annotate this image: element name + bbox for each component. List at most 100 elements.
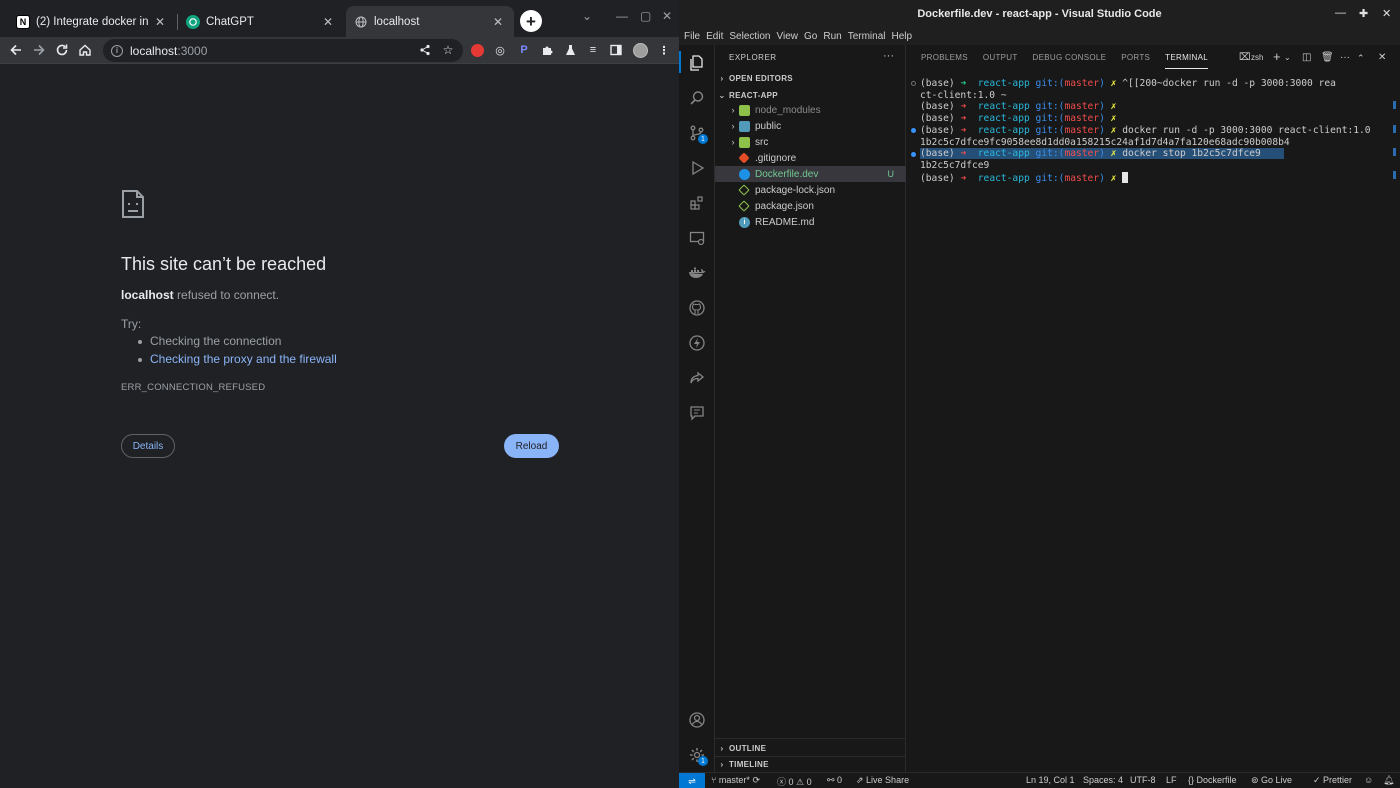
maximize-icon[interactable]: ▢ <box>640 9 651 23</box>
more-actions-icon[interactable]: ··· <box>1340 52 1350 63</box>
live-share-status[interactable]: ⇗ Live Share <box>856 775 909 786</box>
tab-output[interactable]: OUTPUT <box>983 45 1018 71</box>
source-control-icon[interactable]: 1 <box>687 123 708 144</box>
address-bar[interactable]: i localhost:3000 ☆ <box>103 39 463 62</box>
tab-problems[interactable]: PROBLEMS <box>921 45 968 71</box>
terminal-output[interactable]: (base) ➜ react-app git:(master) ✗ ^[[200… <box>906 78 1400 768</box>
manage-gear-icon[interactable]: 1 <box>687 745 708 766</box>
chevron-down-icon[interactable]: ⌄ <box>1284 53 1291 62</box>
run-debug-icon[interactable] <box>687 158 707 178</box>
maximize-icon[interactable]: ✚ <box>1359 7 1368 20</box>
reload-button[interactable]: Reload <box>504 434 559 458</box>
kill-terminal-icon[interactable]: 🗑 <box>1321 52 1334 63</box>
menu-edit[interactable]: Edit <box>706 31 723 42</box>
tab-localhost[interactable]: localhost ✕ <box>346 6 514 37</box>
encoding-status[interactable]: UTF-8 <box>1130 775 1156 785</box>
split-terminal-icon[interactable]: ◫ <box>1302 52 1311 63</box>
indentation-status[interactable]: Spaces: 4 <box>1083 775 1123 785</box>
git-branch-status[interactable]: ⑂ master* ⟳ <box>711 775 760 786</box>
extensions-icon[interactable] <box>687 193 707 213</box>
menu-run[interactable]: Run <box>823 31 841 42</box>
thunder-client-icon[interactable] <box>687 333 707 353</box>
tree-item-public[interactable]: › public <box>715 118 906 134</box>
menu-help[interactable]: Help <box>892 31 913 42</box>
more-actions-icon[interactable]: ··· <box>883 50 894 62</box>
language-status[interactable]: {} Dockerfile <box>1188 775 1237 785</box>
reload-icon[interactable] <box>51 39 73 61</box>
home-icon[interactable] <box>74 39 96 61</box>
reading-list-icon[interactable]: ≡ <box>585 42 601 58</box>
tree-item-node-modules[interactable]: › node_modules <box>715 102 906 118</box>
menu-selection[interactable]: Selection <box>729 31 770 42</box>
remote-indicator-icon[interactable]: ⇌ <box>679 773 705 788</box>
notifications-bell-icon[interactable]: 🔔︎ <box>1383 775 1394 786</box>
new-tab-button[interactable]: + <box>520 10 542 32</box>
tree-item-label: package.json <box>755 200 814 212</box>
back-icon[interactable] <box>5 39 27 61</box>
tab-ports[interactable]: PORTS <box>1121 45 1150 71</box>
tree-item-src[interactable]: › src <box>715 134 906 150</box>
outline-section[interactable]: › OUTLINE <box>715 740 906 756</box>
close-window-icon[interactable]: ✕ <box>1382 7 1391 20</box>
extension-red-icon[interactable] <box>469 42 485 58</box>
tree-item-gitignore[interactable]: .gitignore <box>715 150 906 166</box>
suggestion-check-proxy-link[interactable]: Checking the proxy and the firewall <box>138 352 337 366</box>
extensions-puzzle-icon[interactable] <box>539 42 555 58</box>
problems-status[interactable]: ⓧ 0 ⚠ 0 <box>777 775 812 788</box>
menu-go[interactable]: Go <box>804 31 817 42</box>
extension-p-icon[interactable]: P <box>516 42 532 58</box>
menu-kebab-icon[interactable]: ⋮ <box>656 42 672 58</box>
tab-search-icon[interactable]: ⌄ <box>582 9 592 23</box>
close-window-icon[interactable]: ✕ <box>662 9 672 23</box>
details-button[interactable]: Details <box>121 434 175 458</box>
chevron-right-icon: › <box>731 121 735 131</box>
tree-item-label: node_modules <box>755 104 821 116</box>
extension-target-icon[interactable]: ◎ <box>492 42 508 58</box>
maximize-panel-icon[interactable]: ⌃ <box>1357 53 1365 64</box>
share-icon[interactable] <box>418 43 432 57</box>
chatgpt-icon <box>186 14 200 29</box>
go-live-status[interactable]: ⊚ Go Live <box>1251 775 1292 786</box>
tab-terminal[interactable]: TERMINAL <box>1165 45 1208 71</box>
labs-flask-icon[interactable] <box>562 42 578 58</box>
minimize-icon[interactable]: — <box>616 9 628 23</box>
tab-debug-console[interactable]: DEBUG CONSOLE <box>1033 45 1107 71</box>
side-panel-icon[interactable] <box>608 42 624 58</box>
menu-terminal[interactable]: Terminal <box>848 31 886 42</box>
close-tab-icon[interactable]: ✕ <box>320 14 336 30</box>
tree-item-readme[interactable]: i README.md <box>715 214 906 230</box>
close-panel-icon[interactable]: ✕ <box>1378 52 1386 63</box>
comments-icon[interactable] <box>687 403 707 423</box>
minimize-icon[interactable]: — <box>1335 7 1346 19</box>
eol-status[interactable]: LF <box>1166 775 1177 785</box>
accounts-icon[interactable] <box>687 710 707 730</box>
new-terminal-icon[interactable]: + <box>1273 49 1281 64</box>
ports-status[interactable]: ⚯ 0 <box>827 775 842 786</box>
copilot-icon[interactable]: ☺ <box>1364 775 1373 785</box>
profile-avatar[interactable] <box>632 42 648 58</box>
site-info-icon[interactable]: i <box>111 44 123 57</box>
explorer-icon[interactable] <box>687 53 707 73</box>
terminal-shell-icon[interactable]: ⌧ <box>1239 52 1251 63</box>
tab-chatgpt[interactable]: ChatGPT ✕ <box>178 6 344 37</box>
forward-icon[interactable] <box>28 39 50 61</box>
close-tab-icon[interactable]: ✕ <box>152 14 168 30</box>
open-editors-section[interactable]: › OPEN EDITORS <box>715 70 906 86</box>
github-icon[interactable] <box>687 298 707 318</box>
tree-item-dockerfile[interactable]: Dockerfile.dev U <box>715 166 906 182</box>
tab-notion[interactable]: N (2) Integrate docker in React ✕ <box>8 6 176 37</box>
close-tab-icon[interactable]: ✕ <box>490 14 506 30</box>
cursor-position[interactable]: Ln 19, Col 1 <box>1026 775 1075 785</box>
timeline-section[interactable]: › TIMELINE <box>715 756 906 772</box>
project-section[interactable]: ⌄ REACT-APP <box>715 87 906 103</box>
remote-explorer-icon[interactable] <box>687 228 707 248</box>
tree-item-package-lock[interactable]: package-lock.json <box>715 182 906 198</box>
bookmark-star-icon[interactable]: ☆ <box>441 43 455 57</box>
tree-item-package-json[interactable]: package.json <box>715 198 906 214</box>
prettier-status[interactable]: ✓ Prettier <box>1313 775 1352 786</box>
menu-view[interactable]: View <box>777 31 799 42</box>
live-share-icon[interactable] <box>687 368 707 388</box>
search-icon[interactable] <box>687 88 707 108</box>
menu-file[interactable]: File <box>684 31 700 42</box>
docker-icon[interactable] <box>687 263 707 283</box>
